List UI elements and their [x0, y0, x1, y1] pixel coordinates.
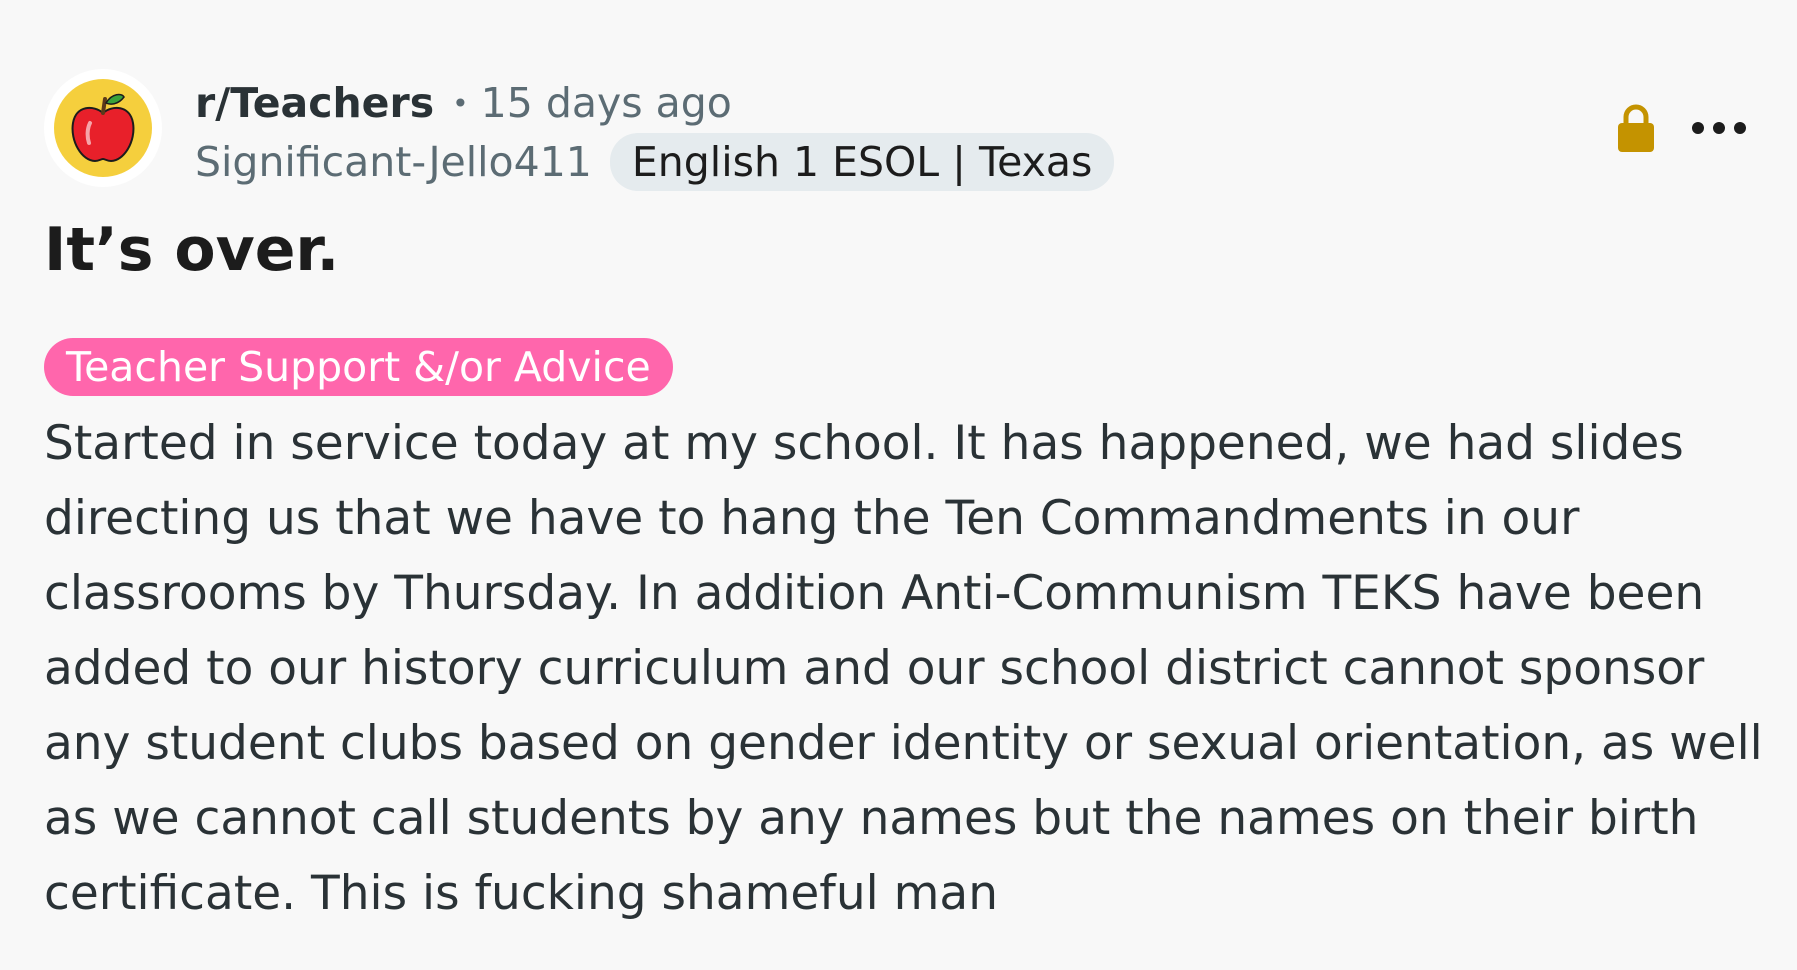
subreddit-link[interactable]: r/Teachers	[195, 79, 434, 127]
avatar-circle	[54, 79, 152, 177]
subreddit-avatar[interactable]	[44, 69, 162, 187]
meta-separator: •	[452, 86, 469, 120]
post-meta-top: r/Teachers • 15 days ago	[195, 78, 732, 128]
author-link[interactable]: Significant-Jello411	[195, 138, 592, 186]
post-title[interactable]: It’s over.	[44, 215, 339, 285]
post-body: Started in service today at my school. I…	[44, 416, 1763, 921]
user-flair: English 1 ESOL | Texas	[609, 133, 1115, 191]
post-card: r/Teachers • 15 days ago Significant-Jel…	[0, 0, 1797, 970]
post-timestamp: 15 days ago	[480, 79, 732, 127]
apple-icon	[71, 93, 135, 163]
more-options-icon[interactable]	[1690, 112, 1748, 144]
post-flair[interactable]: Teacher Support &/or Advice	[44, 338, 673, 396]
lock-icon	[1618, 104, 1654, 152]
post-meta-bottom: Significant-Jello411 English 1 ESOL | Te…	[195, 132, 1115, 192]
